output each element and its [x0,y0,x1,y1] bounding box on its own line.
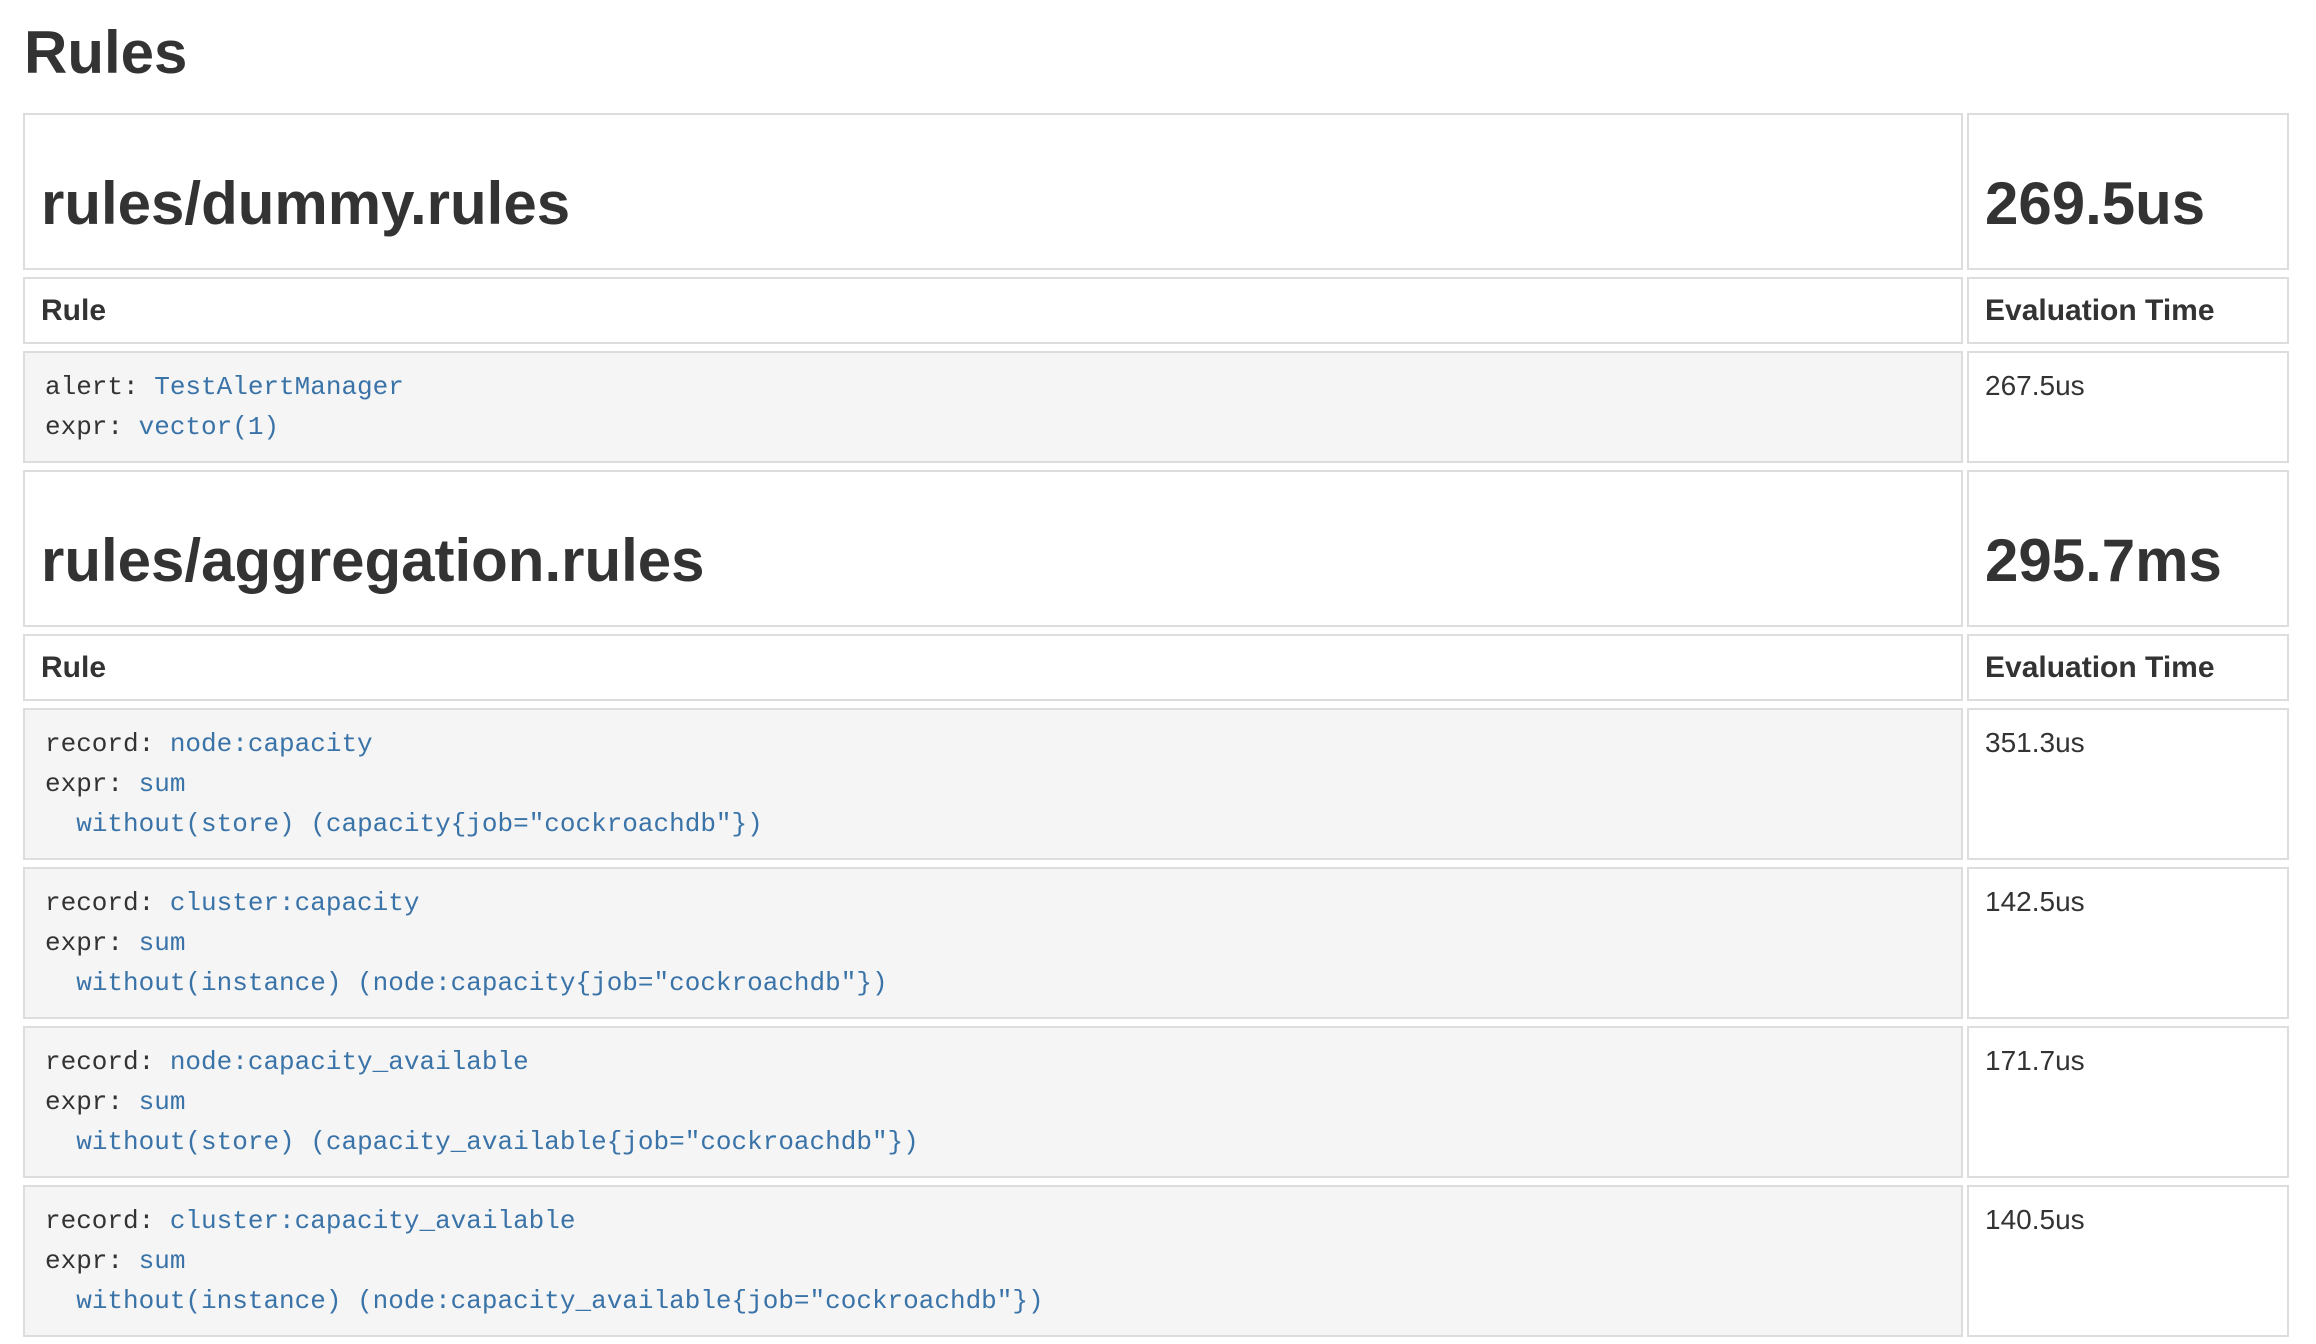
rule-link[interactable]: vector(1) [139,412,279,442]
rule-code: alert: TestAlertManager expr: vector(1) [45,367,1941,447]
column-header-row: Rule Evaluation Time [23,634,2289,701]
code-text: record: [45,1206,170,1236]
rule-definition-cell: record: node:capacity_available expr: su… [23,1026,1963,1178]
code-text: expr: [45,1246,139,1276]
rule-row: record: node:capacity expr: sum without(… [23,708,2289,860]
group-name-cell: rules/aggregation.rules [23,470,1963,627]
rule-link[interactable]: node:capacity [170,729,373,759]
eval-time-column-header: Evaluation Time [1967,634,2289,701]
group-header-row: rules/aggregation.rules 295.7ms [23,470,2289,627]
code-text: record: [45,1047,170,1077]
group-eval-cell: 269.5us [1967,113,2289,270]
column-header-row: Rule Evaluation Time [23,277,2289,344]
code-text: expr: [45,1087,139,1117]
rule-link[interactable]: cluster:capacity [170,888,420,918]
rules-table: rules/dummy.rules 269.5us Rule Evaluatio… [19,106,2293,1344]
rule-code: record: node:capacity_available expr: su… [45,1042,1941,1162]
rule-definition-cell: alert: TestAlertManager expr: vector(1) [23,351,1963,463]
rule-link[interactable]: without(store) (capacity{job="cockroachd… [76,809,763,839]
rule-evaluation-time: 142.5us [1967,867,2289,1019]
group-header-row: rules/dummy.rules 269.5us [23,113,2289,270]
rule-link[interactable]: sum [139,769,186,799]
group-name: rules/dummy.rules [41,171,1945,237]
rule-evaluation-time: 267.5us [1967,351,2289,463]
code-text: record: [45,729,170,759]
rule-link[interactable]: sum [139,928,186,958]
group-evaluation-time: 295.7ms [1985,528,2271,594]
rule-link[interactable]: sum [139,1087,186,1117]
rule-link[interactable]: node:capacity_available [170,1047,529,1077]
rule-link[interactable]: TestAlertManager [154,372,404,402]
rule-definition-cell: record: cluster:capacity expr: sum witho… [23,867,1963,1019]
rule-code: record: cluster:capacity_available expr:… [45,1201,1941,1321]
rule-column-header: Rule [23,634,1963,701]
rule-link[interactable]: without(instance) (node:capacity{job="co… [76,968,887,998]
rule-row: record: cluster:capacity_available expr:… [23,1185,2289,1337]
code-text: expr: [45,928,139,958]
group-evaluation-time: 269.5us [1985,171,2271,237]
rule-column-header: Rule [23,277,1963,344]
rule-row: record: cluster:capacity expr: sum witho… [23,867,2289,1019]
rule-evaluation-time: 171.7us [1967,1026,2289,1178]
rule-row: alert: TestAlertManager expr: vector(1) … [23,351,2289,463]
code-text [45,1127,76,1157]
rule-evaluation-time: 140.5us [1967,1185,2289,1337]
group-name: rules/aggregation.rules [41,528,1945,594]
rule-link[interactable]: cluster:capacity_available [170,1206,576,1236]
rule-definition-cell: record: node:capacity expr: sum without(… [23,708,1963,860]
code-text [45,1286,76,1316]
rule-link[interactable]: without(instance) (node:capacity_availab… [76,1286,1043,1316]
page-title: Rules [24,20,2316,86]
rule-code: record: node:capacity expr: sum without(… [45,724,1941,844]
code-text: expr: [45,412,139,442]
rule-evaluation-time: 351.3us [1967,708,2289,860]
code-text: expr: [45,769,139,799]
group-name-cell: rules/dummy.rules [23,113,1963,270]
rule-definition-cell: record: cluster:capacity_available expr:… [23,1185,1963,1337]
rule-link[interactable]: sum [139,1246,186,1276]
rule-link[interactable]: without(store) (capacity_available{job="… [76,1127,919,1157]
rule-code: record: cluster:capacity expr: sum witho… [45,883,1941,1003]
code-text: record: [45,888,170,918]
code-text [45,968,76,998]
eval-time-column-header: Evaluation Time [1967,277,2289,344]
rules-page: Rules rules/dummy.rules 269.5us Rule Eva… [0,20,2316,1344]
rule-row: record: node:capacity_available expr: su… [23,1026,2289,1178]
code-text: alert: [45,372,154,402]
code-text [45,809,76,839]
group-eval-cell: 295.7ms [1967,470,2289,627]
